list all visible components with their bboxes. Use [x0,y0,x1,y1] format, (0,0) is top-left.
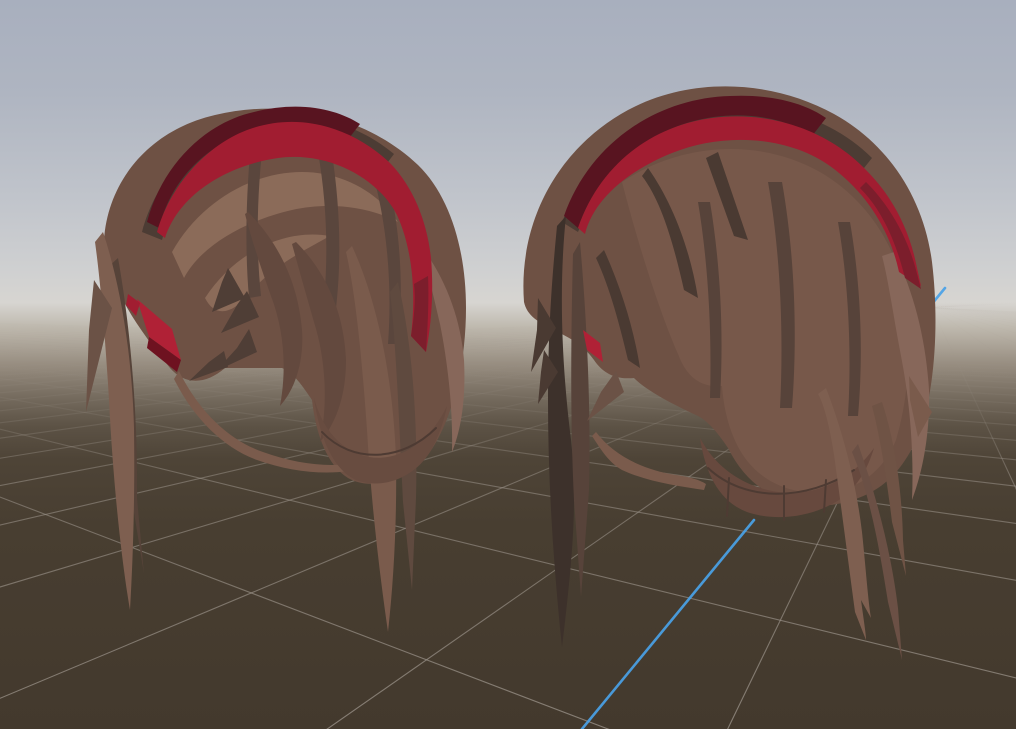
viewport-stage [0,0,1016,729]
viewport-3d[interactable] [0,0,1016,729]
